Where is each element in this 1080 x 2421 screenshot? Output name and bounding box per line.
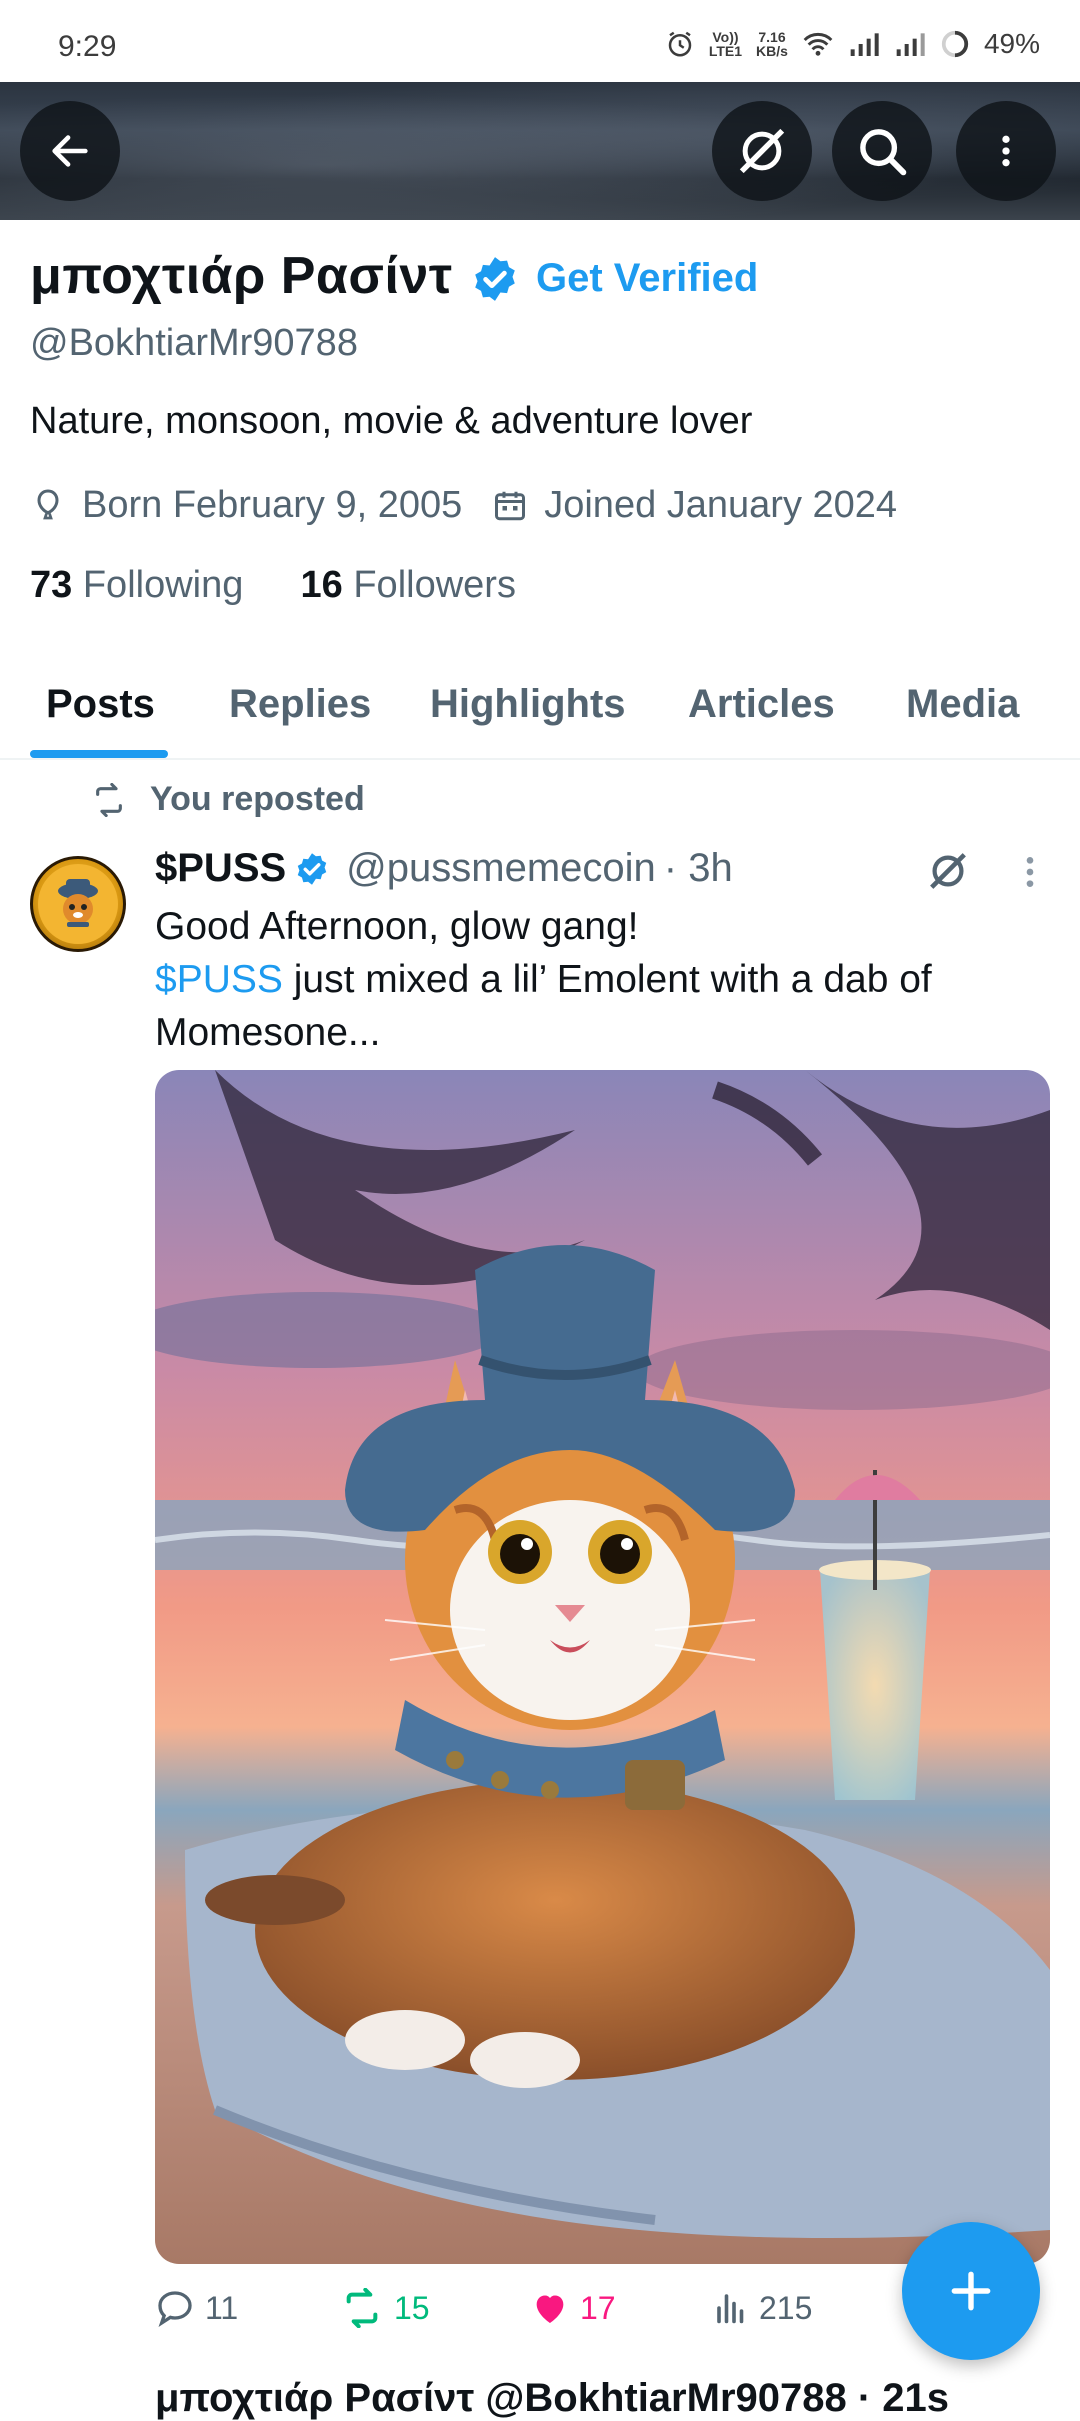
profile-tabs: Posts Replies Highlights Articles Media [0, 670, 1080, 760]
post-line-2: $PUSS just mixed a lil’ Emolent with a d… [155, 958, 932, 1001]
alarm-icon [668, 31, 692, 57]
profile-meta: Born February 9, 2005 Joined January 202… [30, 484, 897, 527]
plus-icon [951, 2271, 991, 2311]
post-line-1: Good Afternoon, glow gang! [155, 905, 639, 948]
wifi-icon [803, 33, 833, 56]
back-arrow-icon [52, 135, 88, 167]
followers-link[interactable]: 16 Followers [301, 564, 516, 606]
post-line-3: Momesone... [155, 1011, 381, 1054]
cat-avatar-icon [38, 864, 118, 944]
next-post-preview[interactable]: μποχτιάρ Ρασίντ @BokhtiarMr90788 · 21s [155, 2376, 949, 2421]
reply-count: 11 [205, 2289, 239, 2326]
battery-icon [941, 30, 969, 58]
post-image[interactable] [155, 1070, 1050, 2264]
search-icon [860, 129, 907, 176]
back-button[interactable] [20, 101, 120, 201]
views-count: 215 [759, 2289, 813, 2326]
follow-stats: 73 Following 16 Followers [30, 564, 516, 607]
search-button[interactable] [832, 101, 932, 201]
reply-icon [158, 2291, 192, 2328]
views-button[interactable]: 215 [713, 2288, 812, 2328]
grok-button[interactable] [712, 101, 812, 201]
post-timestamp: · 3h [663, 846, 733, 890]
post-header: $PUSS @pussmemecoin · 3h [155, 846, 733, 891]
repost-indicator: You reposted [90, 780, 365, 819]
tab-posts[interactable]: Posts [46, 682, 155, 727]
views-chart-icon [717, 2294, 744, 2324]
repost-count: 15 [394, 2289, 430, 2326]
tab-replies[interactable]: Replies [229, 682, 371, 727]
repost-icon [346, 2288, 378, 2328]
repost-label: You reposted [150, 780, 365, 818]
signal-icon-2 [896, 33, 925, 56]
verified-badge-icon [297, 852, 327, 885]
signal-icon [850, 33, 879, 56]
status-time: 9:29 [58, 30, 117, 63]
status-icons: Vo)) LTE1 7.16 KB/s 49% [665, 28, 1040, 60]
following-link[interactable]: 73 Following [30, 564, 243, 606]
followers-label: Followers [353, 564, 516, 606]
tab-media[interactable]: Media [906, 682, 1019, 727]
status-bar: 9:29 Vo)) LTE1 7.16 KB/s 49% [0, 0, 1080, 82]
cashtag-link[interactable]: $PUSS [155, 958, 283, 1001]
compose-fab[interactable] [902, 2222, 1040, 2360]
post-text: Good Afternoon, glow gang! $PUSS just mi… [155, 900, 1035, 1059]
calendar-icon [495, 491, 526, 520]
grok-icon[interactable] [925, 848, 971, 894]
more-vertical-icon [1002, 135, 1010, 167]
cat-beach-illustration [155, 1070, 1050, 2264]
repost-button[interactable]: 15 [340, 2288, 430, 2328]
profile-birthday: Born February 9, 2005 [82, 484, 463, 526]
profile-handle: @BokhtiarMr90788 [30, 322, 358, 364]
grok-icon [739, 128, 785, 174]
post-author-handle[interactable]: @pussmemecoin [346, 846, 656, 891]
profile-name: μποχτιάρ Ρασίντ [30, 247, 453, 305]
post-actions: 11 15 17 215 [155, 2288, 955, 2348]
profile-joined: Joined January 2024 [544, 484, 898, 526]
active-tab-indicator [30, 750, 168, 758]
following-label: Following [82, 564, 244, 606]
network-speed: 7.16 KB/s [756, 29, 788, 59]
like-button[interactable]: 17 [530, 2288, 616, 2328]
repost-icon [96, 782, 122, 817]
tab-articles[interactable]: Articles [688, 682, 835, 727]
followers-count: 16 [300, 564, 343, 606]
heart-filled-icon [536, 2295, 564, 2323]
volte-indicator: Vo)) LTE1 [708, 29, 743, 59]
battery-percent: 49% [983, 28, 1040, 59]
profile-bio: Nature, monsoon, movie & adventure lover [30, 400, 753, 442]
verified-badge-icon [475, 257, 515, 301]
post-author-name[interactable]: $PUSS [155, 846, 286, 891]
following-count: 73 [30, 564, 73, 606]
more-options-button[interactable] [956, 101, 1056, 201]
balloon-icon [37, 488, 59, 519]
tab-highlights[interactable]: Highlights [430, 682, 626, 727]
post-author-avatar[interactable] [30, 856, 126, 952]
like-count: 17 [580, 2289, 616, 2326]
post-more-icon[interactable] [1018, 852, 1042, 892]
reply-button[interactable]: 11 [155, 2288, 238, 2328]
get-verified-link[interactable]: Get Verified [536, 256, 758, 301]
